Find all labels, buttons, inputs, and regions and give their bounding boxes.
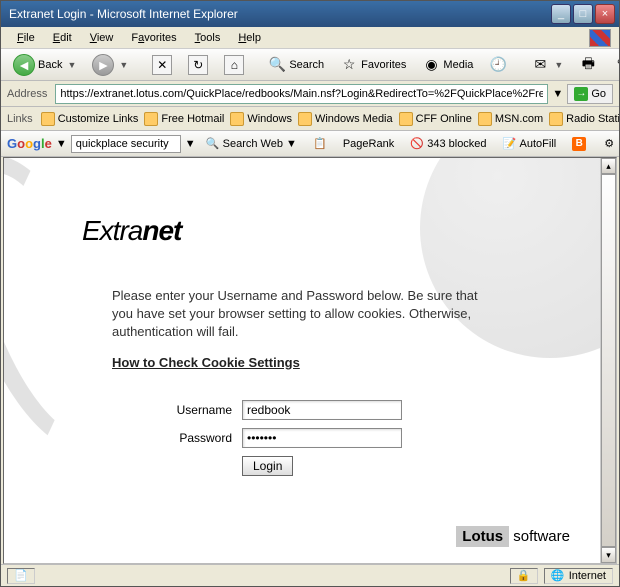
content-area: Extranet Please enter your Username and … bbox=[3, 157, 617, 564]
google-autofill-button[interactable]: 📝AutoFill bbox=[497, 134, 563, 154]
stop-button[interactable]: ✕ bbox=[146, 52, 178, 78]
status-zone: 🌐Internet bbox=[544, 568, 613, 584]
login-form: Username Password Login bbox=[152, 400, 572, 476]
address-input[interactable] bbox=[55, 84, 548, 104]
maximize-button[interactable]: □ bbox=[573, 4, 593, 24]
google-logo: Google bbox=[7, 136, 52, 151]
password-input[interactable] bbox=[242, 428, 402, 448]
menu-file[interactable]: File bbox=[9, 30, 43, 46]
close-button[interactable]: × bbox=[595, 4, 615, 24]
menu-help[interactable]: Help bbox=[230, 30, 269, 46]
address-bar: Address ▼ →Go bbox=[1, 81, 619, 107]
google-popup-blocker[interactable]: 🚫343 blocked bbox=[404, 134, 492, 154]
menu-favorites[interactable]: Favorites bbox=[123, 30, 184, 46]
menu-view[interactable]: View bbox=[82, 30, 122, 46]
title-bar: Extranet Login - Microsoft Internet Expl… bbox=[1, 1, 619, 27]
google-toolbar: Google ▼ ▼ 🔍Search Web▼ 📋 PageRank 🚫343 … bbox=[1, 131, 619, 157]
forward-button[interactable]: ►▼ bbox=[86, 51, 134, 79]
menu-tools[interactable]: Tools bbox=[187, 30, 229, 46]
google-options-button[interactable]: ⚙Options bbox=[596, 134, 619, 154]
google-pagerank[interactable]: PageRank bbox=[337, 135, 400, 153]
edit-button[interactable]: ✎ bbox=[607, 53, 619, 77]
lotus-software-logo: Lotus software bbox=[456, 528, 570, 545]
google-search-input[interactable] bbox=[71, 135, 181, 153]
main-toolbar: ◄Back▼ ►▼ ✕ ↻ ⌂ 🔍Search ☆Favorites ◉Medi… bbox=[1, 49, 619, 81]
google-news-button[interactable]: 📋 bbox=[307, 134, 333, 154]
print-button[interactable]: 🖶 bbox=[573, 53, 603, 77]
scroll-down-button[interactable]: ▾ bbox=[601, 547, 616, 563]
link-cff-online[interactable]: CFF Online bbox=[399, 112, 472, 126]
password-label: Password bbox=[152, 431, 232, 445]
username-input[interactable] bbox=[242, 400, 402, 420]
status-page-icon: 📄 bbox=[7, 568, 35, 584]
minimize-button[interactable]: _ bbox=[551, 4, 571, 24]
vertical-scrollbar[interactable]: ▴ ▾ bbox=[600, 158, 616, 563]
username-label: Username bbox=[152, 403, 232, 417]
scroll-track[interactable] bbox=[601, 174, 616, 547]
links-label: Links bbox=[7, 113, 33, 125]
favorites-button[interactable]: ☆Favorites bbox=[334, 53, 412, 77]
search-button[interactable]: 🔍Search bbox=[262, 53, 330, 77]
login-button[interactable]: Login bbox=[242, 456, 293, 476]
link-hotmail[interactable]: Free Hotmail bbox=[144, 112, 224, 126]
menu-edit[interactable]: Edit bbox=[45, 30, 80, 46]
link-windows-media[interactable]: Windows Media bbox=[298, 112, 393, 126]
google-blogger-button[interactable]: B bbox=[566, 134, 592, 154]
window-title: Extranet Login - Microsoft Internet Expl… bbox=[5, 7, 551, 21]
history-button[interactable]: 🕘 bbox=[483, 53, 513, 77]
login-page: Extranet Please enter your Username and … bbox=[4, 158, 600, 563]
scroll-thumb[interactable] bbox=[601, 174, 616, 547]
status-bar: 📄 🔒 🌐Internet bbox=[1, 564, 619, 586]
cookie-settings-link[interactable]: How to Check Cookie Settings bbox=[112, 354, 492, 372]
google-query-dropdown-icon[interactable]: ▼ bbox=[185, 138, 196, 150]
links-bar: Links Customize Links Free Hotmail Windo… bbox=[1, 107, 619, 131]
media-button[interactable]: ◉Media bbox=[416, 53, 479, 77]
home-button[interactable]: ⌂ bbox=[218, 52, 250, 78]
google-dropdown-icon[interactable]: ▼ bbox=[56, 138, 67, 150]
link-windows[interactable]: Windows bbox=[230, 112, 292, 126]
address-dropdown-icon[interactable]: ▼ bbox=[552, 88, 563, 100]
link-customize[interactable]: Customize Links bbox=[41, 112, 139, 126]
address-label: Address bbox=[7, 88, 47, 100]
refresh-button[interactable]: ↻ bbox=[182, 52, 214, 78]
browser-window: Extranet Login - Microsoft Internet Expl… bbox=[0, 0, 620, 587]
scroll-up-button[interactable]: ▴ bbox=[601, 158, 616, 174]
go-button[interactable]: →Go bbox=[567, 84, 613, 104]
link-radio[interactable]: Radio Station Guide bbox=[549, 112, 619, 126]
back-button[interactable]: ◄Back▼ bbox=[7, 51, 82, 79]
link-msn[interactable]: MSN.com bbox=[478, 112, 543, 126]
windows-flag-icon bbox=[589, 29, 611, 47]
menu-bar: File Edit View Favorites Tools Help bbox=[1, 27, 619, 49]
google-search-web-button[interactable]: 🔍Search Web▼ bbox=[200, 134, 303, 154]
status-lock-icon: 🔒 bbox=[510, 568, 538, 584]
mail-button[interactable]: ✉▼ bbox=[525, 53, 569, 77]
extranet-logo: Extranet bbox=[82, 215, 572, 247]
instruction-text: Please enter your Username and Password … bbox=[112, 287, 492, 372]
